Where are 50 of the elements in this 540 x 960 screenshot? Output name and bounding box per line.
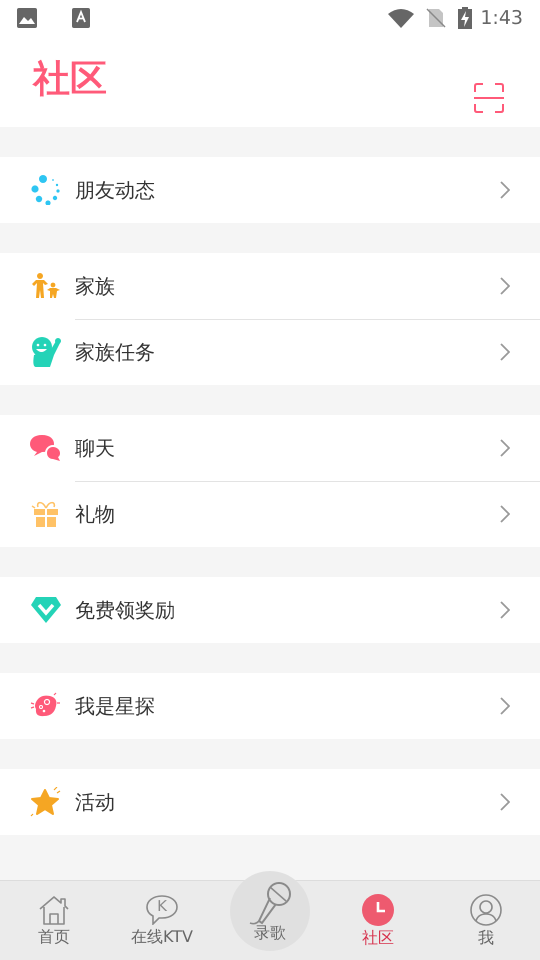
menu-label: 我是星探 [75, 693, 156, 720]
chevron-right-icon [500, 697, 510, 715]
menu-item[interactable]: 我是星探 [0, 673, 540, 739]
menu-label: 活动 [75, 789, 116, 816]
menu-item[interactable]: 免费领奖励 [0, 577, 540, 643]
no-sim-icon [426, 8, 446, 28]
menu-item[interactable]: 礼物 [0, 481, 540, 547]
menu-label: 礼物 [75, 501, 116, 528]
menu-item[interactable]: 朋友动态 [0, 157, 540, 223]
microphone-icon [247, 881, 293, 927]
chevron-right-icon [500, 793, 510, 811]
font-icon [72, 8, 90, 28]
wifi-icon [388, 8, 414, 28]
menu-item[interactable]: 聊天 [0, 415, 540, 481]
dots-circle-icon [31, 175, 61, 205]
menu-item[interactable]: 活动 [0, 769, 540, 835]
chevron-right-icon [500, 181, 510, 199]
nav-tab[interactable]: K 在线KTV [108, 881, 216, 960]
chevron-right-icon [500, 439, 510, 457]
page-title: 社区 [33, 60, 107, 97]
star-icon [30, 787, 62, 817]
menu-label: 朋友动态 [75, 177, 156, 204]
diamond-icon [30, 596, 62, 624]
chevron-right-icon [500, 505, 510, 523]
chevron-right-icon [500, 277, 510, 295]
nav-tab[interactable]: 我 [432, 881, 540, 960]
clock-icon [362, 894, 394, 926]
scan-button[interactable] [474, 83, 504, 113]
image-icon [17, 8, 37, 28]
nav-tab[interactable]: 首页 [0, 881, 108, 960]
status-time: 1:43 [480, 6, 523, 31]
menu-label: 家族 [75, 273, 116, 300]
waving-figure-icon [30, 337, 62, 367]
menu-label: 家族任务 [75, 339, 156, 366]
chat-bubbles-icon [30, 434, 62, 462]
chevron-right-icon [500, 343, 510, 361]
menu-label: 免费领奖励 [75, 597, 176, 624]
menu-item[interactable]: 家族任务 [0, 319, 540, 385]
scan-icon [474, 83, 504, 113]
speech-bubble-icon: K [146, 894, 178, 924]
menu-label: 聊天 [75, 435, 116, 462]
gift-icon [31, 500, 61, 528]
chevron-right-icon [500, 601, 510, 619]
record-tab[interactable]: 录歌 [230, 871, 310, 951]
menu-item[interactable]: 家族 [0, 253, 540, 319]
user-icon [470, 894, 502, 926]
battery-charging-icon [458, 7, 472, 29]
home-icon [38, 894, 70, 924]
nav-tab[interactable]: 社区 [324, 881, 432, 960]
adult-child-icon [30, 273, 62, 299]
